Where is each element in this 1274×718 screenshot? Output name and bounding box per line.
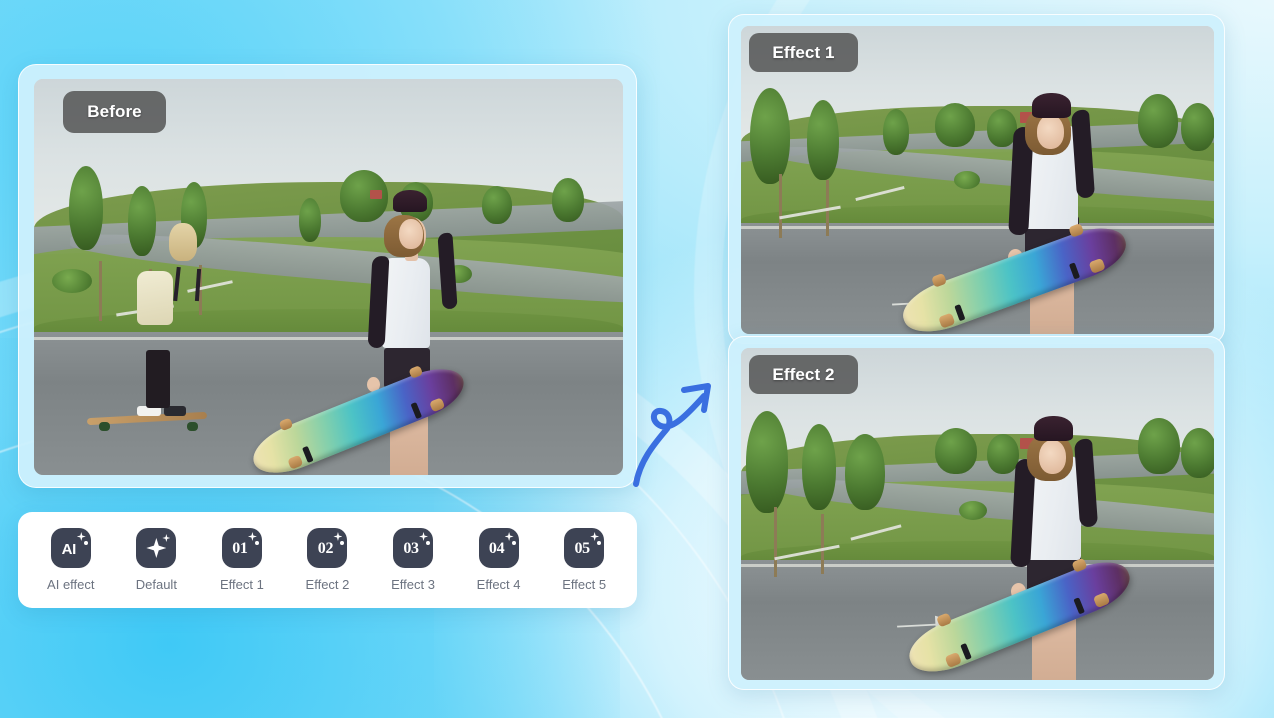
tool-label: Default	[135, 577, 177, 592]
effect-05-icon[interactable]: 05	[564, 528, 605, 568]
sparkle-icon	[76, 532, 86, 541]
effect-04-icon[interactable]: 04	[478, 528, 519, 568]
sparkle-icon	[504, 532, 514, 541]
tool-ai-effect[interactable]: AI AI effect	[29, 528, 113, 592]
sparkle-big-icon	[146, 538, 167, 558]
tool-label: Effect 2	[305, 577, 350, 592]
sparkle-dot-icon	[426, 541, 431, 545]
sparkle-icon	[333, 532, 343, 541]
before-badge: Before	[63, 91, 166, 133]
sparkle-dot-icon	[597, 541, 602, 545]
effect-number: 02	[317, 540, 334, 557]
effect-03-icon[interactable]: 03	[393, 528, 434, 568]
tool-effect-4[interactable]: 04 Effect 4	[457, 528, 541, 592]
effect-1-card[interactable]: Effect 1	[728, 14, 1225, 344]
ai-sparkle-icon[interactable]: AI	[50, 528, 91, 568]
before-photo	[34, 79, 623, 475]
tool-label: Effect 1	[219, 577, 264, 592]
tool-effect-5[interactable]: 05 Effect 5	[542, 528, 626, 592]
tool-label: AI effect	[47, 577, 95, 592]
ai-icon-glyph: AI	[61, 540, 77, 558]
tool-label: Effect 3	[391, 577, 435, 592]
sparkle-icon[interactable]	[136, 528, 177, 568]
effect-2-card[interactable]: Effect 2	[728, 336, 1225, 690]
effect-1-photo	[741, 26, 1214, 334]
tool-label: Effect 5	[562, 577, 607, 592]
effect-2-badge: Effect 2	[749, 355, 858, 394]
tool-default[interactable]: Default	[114, 528, 198, 592]
tool-effect-2[interactable]: 02 Effect 2	[285, 528, 369, 592]
effect-01-icon[interactable]: 01	[221, 528, 262, 568]
before-photo-card[interactable]: Before	[18, 64, 637, 488]
sparkle-small-icon	[162, 534, 171, 542]
effect-number: 01	[232, 540, 248, 557]
effects-toolbar[interactable]: AI AI effect Default 01 Effect 1 02 Effe…	[18, 512, 637, 608]
effect-number: 03	[403, 540, 419, 557]
effect-number: 04	[488, 540, 505, 557]
sparkle-dot-icon	[340, 541, 345, 545]
tool-label: Effect 4	[476, 577, 521, 592]
effect-1-badge: Effect 1	[749, 33, 858, 72]
sparkle-icon	[419, 532, 429, 541]
sparkle-icon	[590, 532, 600, 541]
tool-effect-3[interactable]: 03 Effect 3	[371, 528, 455, 592]
sparkle-icon	[247, 532, 257, 541]
effect-02-icon[interactable]: 02	[307, 528, 348, 568]
curved-arrow-icon	[633, 383, 711, 487]
tool-effect-1[interactable]: 01 Effect 1	[200, 528, 284, 592]
effect-number: 05	[574, 540, 590, 557]
sparkle-dot-icon	[511, 541, 516, 545]
effect-2-photo	[741, 348, 1214, 680]
sparkle-dot-icon	[254, 541, 259, 545]
sparkle-dot-icon	[83, 541, 88, 545]
